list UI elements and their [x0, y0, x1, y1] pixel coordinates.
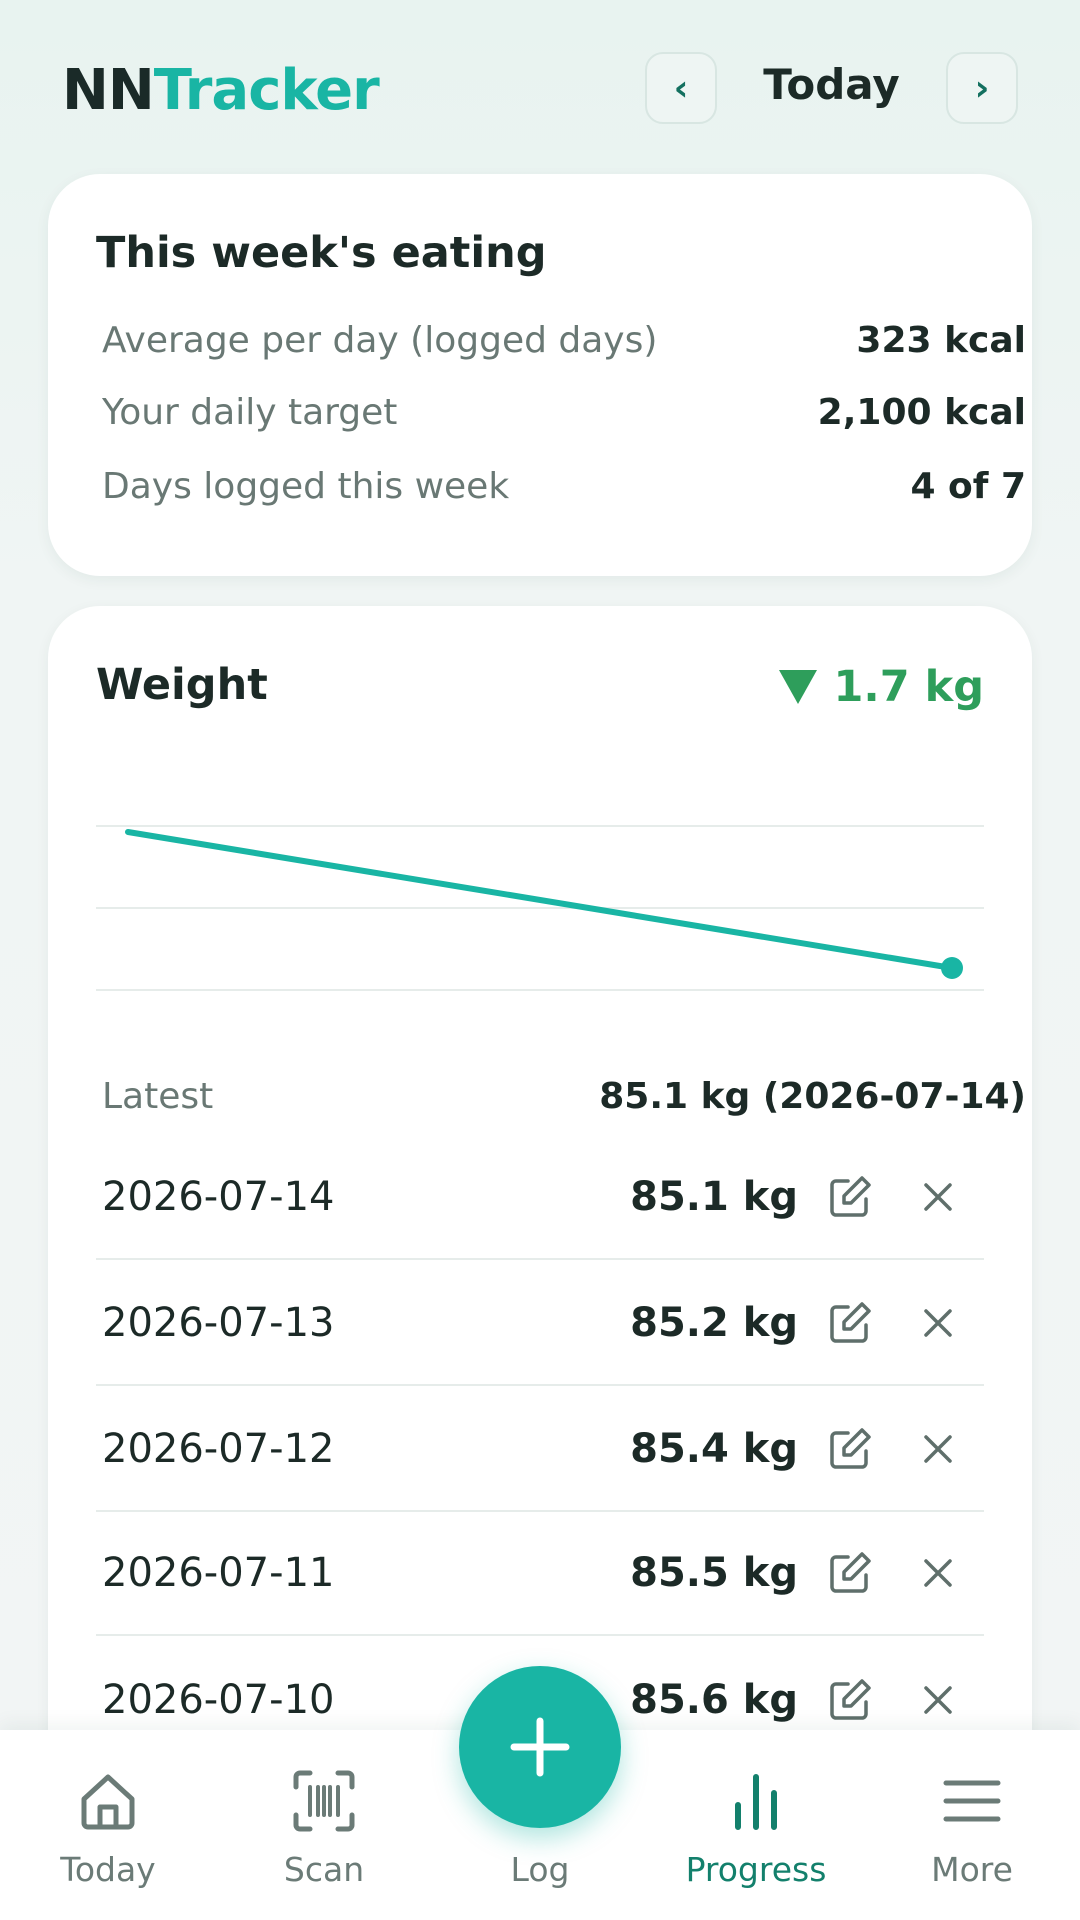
latest-value: 85.1 kg (2026-07-14)	[599, 1076, 1026, 1117]
stat-row-average: Average per day (logged days) 323 kcal	[102, 320, 1026, 361]
entry-date: 2026-07-10	[102, 1677, 335, 1723]
home-icon	[73, 1766, 143, 1836]
weight-entry-row: 2026-07-12 85.4 kg	[96, 1388, 984, 1512]
edit-icon	[830, 1302, 871, 1343]
latest-label: Latest	[102, 1076, 214, 1117]
header: NNTracker ‹ Today ›	[0, 0, 1080, 170]
nav-label: Today	[60, 1850, 156, 1889]
weight-change: 1.7 kg	[779, 662, 984, 712]
barcode-scan-icon	[289, 1766, 359, 1836]
edit-icon	[830, 1176, 871, 1217]
entry-weight: 85.2 kg	[630, 1300, 798, 1346]
delete-entry-button[interactable]	[908, 1543, 968, 1603]
nav-item-progress[interactable]: Progress	[666, 1766, 846, 1906]
close-icon	[924, 1559, 952, 1587]
app-logo: NNTracker	[62, 58, 380, 123]
weight-entry-row: 2026-07-11 85.5 kg	[96, 1512, 984, 1636]
down-arrow-icon	[779, 670, 818, 704]
nav-label: Progress	[685, 1850, 827, 1889]
chevron-right-icon: ›	[974, 67, 990, 109]
delete-entry-button[interactable]	[908, 1167, 968, 1227]
weight-change-value: 1.7 kg	[833, 662, 984, 712]
weekly-eating-title: This week's eating	[96, 228, 547, 278]
delete-entry-button[interactable]	[908, 1419, 968, 1479]
edit-icon	[830, 1552, 871, 1593]
current-date-label: Today	[763, 60, 900, 109]
nav-item-today[interactable]: Today	[18, 1766, 198, 1906]
menu-icon	[937, 1766, 1007, 1836]
nav-item-more[interactable]: More	[882, 1766, 1062, 1906]
nav-label: Scan	[283, 1850, 365, 1889]
edit-entry-button[interactable]	[820, 1293, 880, 1353]
entry-date: 2026-07-11	[102, 1550, 335, 1596]
weight-entry-row: 2026-07-14 85.1 kg	[96, 1136, 984, 1260]
close-icon	[924, 1183, 952, 1211]
stat-value: 323 kcal	[856, 320, 1026, 361]
app-screen: NNTracker ‹ Today › This week's eating A…	[0, 0, 1080, 1920]
delete-entry-button[interactable]	[908, 1670, 968, 1730]
entry-weight: 85.5 kg	[630, 1550, 798, 1596]
next-day-button[interactable]: ›	[946, 52, 1018, 124]
edit-icon	[830, 1428, 871, 1469]
chevron-left-icon: ‹	[673, 67, 689, 109]
previous-day-button[interactable]: ‹	[645, 52, 717, 124]
nav-label: Log	[510, 1850, 570, 1889]
edit-entry-button[interactable]	[820, 1670, 880, 1730]
nav-item-scan[interactable]: Scan	[234, 1766, 414, 1906]
weight-title: Weight	[96, 660, 268, 710]
close-icon	[924, 1686, 952, 1714]
stat-label: Your daily target	[102, 392, 398, 433]
weekly-eating-card: This week's eating Average per day (logg…	[48, 174, 1032, 576]
close-icon	[924, 1435, 952, 1463]
stat-label: Average per day (logged days)	[102, 320, 658, 361]
latest-weight-row: Latest 85.1 kg (2026-07-14)	[102, 1076, 1026, 1117]
weight-series-line	[125, 829, 955, 971]
stat-row-target: Your daily target 2,100 kcal	[102, 392, 1026, 433]
entry-weight: 85.4 kg	[630, 1426, 798, 1472]
latest-weight-point	[941, 957, 963, 979]
entry-date: 2026-07-13	[102, 1300, 335, 1346]
delete-entry-button[interactable]	[908, 1293, 968, 1353]
bar-chart-icon	[721, 1766, 791, 1836]
entry-date: 2026-07-12	[102, 1426, 335, 1472]
stat-label: Days logged this week	[102, 466, 510, 507]
edit-entry-button[interactable]	[820, 1167, 880, 1227]
stat-value: 4 of 7	[910, 466, 1026, 507]
entry-date: 2026-07-14	[102, 1174, 335, 1220]
entry-weight: 85.6 kg	[630, 1677, 798, 1723]
entry-weight: 85.1 kg	[630, 1174, 798, 1220]
add-log-button[interactable]	[459, 1666, 621, 1828]
plus-icon	[510, 1717, 570, 1777]
edit-entry-button[interactable]	[820, 1543, 880, 1603]
edit-icon	[830, 1679, 871, 1720]
weight-chart	[96, 825, 984, 991]
close-icon	[924, 1309, 952, 1337]
nav-label: More	[931, 1850, 1013, 1889]
stat-value: 2,100 kcal	[817, 392, 1026, 433]
weight-entry-row: 2026-07-13 85.2 kg	[96, 1262, 984, 1386]
stat-row-days-logged: Days logged this week 4 of 7	[102, 466, 1026, 507]
edit-entry-button[interactable]	[820, 1419, 880, 1479]
